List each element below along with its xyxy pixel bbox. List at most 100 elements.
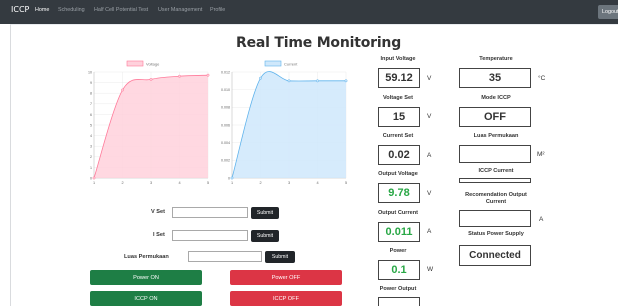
- current-data-point: [230, 176, 234, 180]
- voltage-data-point: [149, 77, 153, 81]
- current-y-tick-label: 0.004: [221, 141, 230, 145]
- iccp-on-button[interactable]: ICCP ON: [90, 291, 202, 306]
- current-x-tick-label: 4: [316, 181, 318, 185]
- current-y-tick-label: 0.012: [221, 70, 230, 74]
- current-legend-label: Current: [284, 62, 298, 67]
- voltage-x-tick-label: 2: [121, 181, 123, 185]
- temperature-label: Temperature: [479, 56, 513, 62]
- current-series-area: [232, 71, 346, 178]
- navbar: ICCP Home Scheduling Half Cell Potential…: [0, 0, 618, 24]
- voltage-legend-label: Voltage: [146, 62, 160, 67]
- temperature-unit: °C: [538, 75, 546, 82]
- current-x-tick-label: 5: [345, 181, 347, 185]
- power-unit: W: [427, 266, 434, 273]
- voltage-y-tick-label: 4: [90, 134, 92, 138]
- voltage-data-point: [206, 73, 210, 77]
- current-y-tick-label: 0: [228, 176, 230, 180]
- nav-link-scheduling[interactable]: Scheduling: [58, 7, 85, 13]
- mode-iccp-value: OFF: [459, 107, 531, 127]
- voltage-y-tick-label: 9: [90, 81, 92, 85]
- voltage-y-tick-label: 8: [90, 92, 92, 96]
- current-y-tick-label: 0.008: [221, 106, 230, 110]
- voltage-set-value: 15: [378, 107, 420, 127]
- logout-button[interactable]: Logout: [598, 5, 618, 19]
- voltage-data-point: [178, 74, 181, 78]
- iset-submit-button[interactable]: Submit: [251, 230, 279, 242]
- voltage-chart-svg: Voltage0123456789101 2 3 4 5: [88, 60, 210, 185]
- recomendation-output-current-label: Recomendation Output Current: [465, 192, 527, 205]
- luas-submit-button[interactable]: Submit: [265, 251, 295, 263]
- iset-label: I Set: [153, 232, 165, 238]
- power-value: 0.1: [378, 260, 420, 280]
- current-data-point: [287, 79, 291, 83]
- voltage-legend-swatch: [126, 60, 144, 67]
- current-chart-svg: Current 0 0.002 0.004 0.006 0.008 0.010 0.012 1 2…: [221, 60, 348, 185]
- voltage-y-tick-label: 0: [90, 176, 92, 180]
- nav-link-home[interactable]: Home: [35, 7, 49, 13]
- luas-permukaan-display-label: Luas Permukaan: [473, 133, 519, 139]
- voltage-x-tick-label: 5: [207, 181, 209, 185]
- voltage-x-tick-label: 4: [178, 181, 180, 185]
- luas-permukaan-label: Luas Permukaan: [124, 254, 169, 260]
- recomendation-output-current-value: [459, 210, 531, 227]
- voltage-y-tick-label: 5: [90, 123, 92, 127]
- status-power-supply-value: Connected: [459, 245, 531, 266]
- input-voltage-unit: V: [427, 75, 432, 82]
- page-title: Real Time Monitoring: [236, 35, 402, 51]
- output-current-label: Output Current: [377, 210, 419, 216]
- current-x-tick-label: 3: [288, 181, 290, 185]
- voltage-data-point: [92, 176, 96, 180]
- voltage-y-tick-label: 7: [90, 102, 92, 106]
- status-power-supply-label: Status Power Supply: [468, 231, 524, 237]
- iset-input[interactable]: [172, 230, 248, 241]
- current-data-point: [259, 76, 262, 80]
- voltage-chart: Voltage 0 1 2 3 4 5 6 7 8 9 10 1 2 3 4 5: [82, 58, 212, 188]
- mode-iccp-label: Mode ICCP: [481, 95, 511, 101]
- iccp-off-button[interactable]: ICCP OFF: [230, 291, 342, 306]
- current-set-unit: A: [427, 152, 432, 159]
- vset-submit-button[interactable]: Submit: [251, 207, 279, 219]
- nav-link-user-management[interactable]: User Management: [158, 7, 202, 13]
- power-output-label: Power Output: [379, 286, 417, 292]
- input-voltage-label: Input Voltage: [380, 56, 416, 62]
- voltage-y-tick-label: 3: [90, 145, 92, 149]
- output-voltage-value: 9.78: [378, 183, 420, 203]
- vset-input[interactable]: [172, 207, 248, 218]
- voltage-y-tick-label: 10: [88, 70, 92, 74]
- current-x-tick-label: 1: [231, 181, 233, 185]
- iccp-current-label: ICCP Current: [478, 168, 514, 174]
- luas-permukaan-value: [459, 145, 531, 163]
- current-y-tick-label: 0.002: [221, 159, 230, 163]
- recomendation-output-current-unit: A: [539, 216, 544, 223]
- output-current-value: 0.011: [378, 222, 420, 242]
- nav-link-profile[interactable]: Profile: [210, 7, 225, 13]
- power-output-value: [378, 297, 420, 306]
- current-set-value: 0.02: [378, 145, 420, 165]
- power-on-button[interactable]: Power ON: [90, 270, 202, 285]
- current-chart: Current 0 0.002 0.004 0.006 0.008 0.010 0.012 1 2…: [220, 58, 350, 188]
- voltage-series-area: [94, 75, 208, 178]
- voltage-x-tick-label: 1: [93, 181, 95, 185]
- voltage-set-unit: V: [427, 113, 432, 120]
- brand-logo[interactable]: ICCP: [11, 5, 29, 14]
- current-x-tick-label: 2: [259, 181, 261, 185]
- input-voltage-value: 59.12: [378, 68, 420, 88]
- voltage-x-tick-label: 3: [150, 181, 152, 185]
- power-label: Power: [389, 248, 407, 254]
- temperature-value: 35: [459, 68, 531, 88]
- vset-label: V Set: [151, 209, 165, 215]
- current-y-tick-label: 0.006: [221, 123, 230, 127]
- voltage-y-tick-label: 6: [90, 113, 92, 117]
- output-voltage-label: Output Voltage: [378, 171, 418, 177]
- power-off-button[interactable]: Power OFF: [230, 270, 342, 285]
- current-data-point: [344, 79, 348, 83]
- iccp-current-value: [459, 178, 531, 183]
- luas-permukaan-input[interactable]: [188, 251, 262, 262]
- output-voltage-unit: V: [427, 190, 432, 197]
- current-legend-swatch: [264, 60, 282, 67]
- nav-link-half-cell-potential-test[interactable]: Half Cell Potential Test: [94, 7, 148, 13]
- voltage-y-tick-label: 2: [90, 155, 92, 159]
- luas-permukaan-unit: M²: [537, 151, 545, 158]
- voltage-y-tick-label: 1: [90, 166, 92, 170]
- current-data-point: [316, 79, 319, 83]
